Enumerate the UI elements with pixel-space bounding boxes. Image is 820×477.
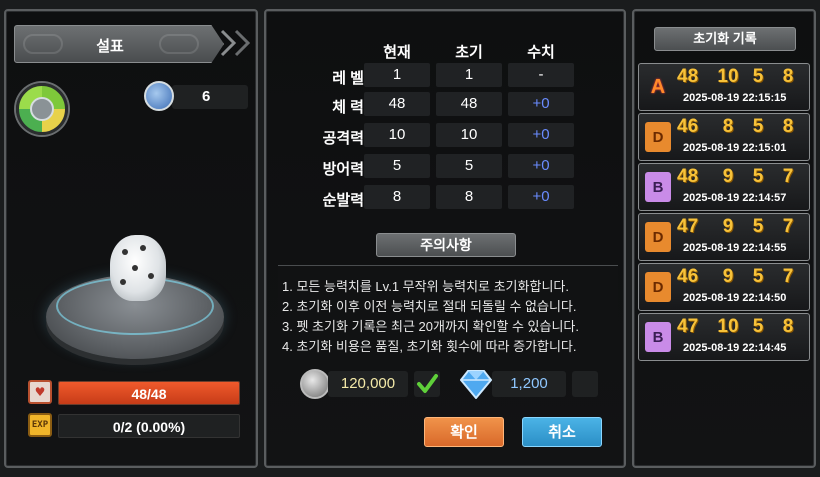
stat-initial-hp: 48 <box>436 92 502 116</box>
notice-title: 주의사항 <box>376 233 516 257</box>
pet-display <box>40 235 230 375</box>
coin-checkbox[interactable] <box>414 371 440 397</box>
stat-label-attack: 공격력 <box>322 130 364 147</box>
reset-history-panel: 초기화 기록 A 48 10 5 8 2025-08-19 22:15:15 D 46… <box>632 9 816 468</box>
stat-current-level: 1 <box>364 63 430 87</box>
stat-current-attack: 10 <box>364 123 430 147</box>
chevron-right-icon <box>234 29 250 57</box>
pet-name-banner: 설표 <box>14 25 224 63</box>
coin-cost: 120,000 <box>328 371 408 397</box>
grade-badge-icon: D <box>645 222 671 252</box>
grade-badge-icon: D <box>645 122 671 152</box>
pet-name: 설표 <box>96 38 124 55</box>
level-orb-icon <box>144 81 174 111</box>
confirm-button[interactable]: 확인 <box>424 417 504 447</box>
gem-cost: 1,200 <box>492 371 566 397</box>
hp-bar: 48/48 <box>58 381 240 405</box>
cancel-button[interactable]: 취소 <box>522 417 602 447</box>
notice-line: 2. 초기화 이후 이전 능력치로 절대 되돌릴 수 없습니다. <box>282 299 577 314</box>
stat-reset-panel: 현재 초기 수치 레 벨 1 1 - 체 력 48 48 +0 공격력 10 1… <box>264 9 626 468</box>
stat-diff-agility: +0 <box>508 185 574 209</box>
notice-line: 4. 초기화 비용은 품질, 초기화 횟수에 따라 증가합니다. <box>282 339 577 354</box>
history-date: 2025-08-19 22:14:45 <box>683 342 787 354</box>
stat-diff-level: - <box>508 63 574 87</box>
snow-leopard-pet-image <box>110 235 166 301</box>
column-header-diff: 수치 <box>527 44 555 61</box>
history-item[interactable]: B 47 10 5 8 2025-08-19 22:14:45 <box>638 313 810 361</box>
hp-text: 48/48 <box>131 386 167 402</box>
exp-icon: EXP <box>28 413 52 437</box>
history-title: 초기화 기록 <box>654 27 796 51</box>
history-item[interactable]: D 46 9 5 7 2025-08-19 22:14:50 <box>638 263 810 311</box>
history-date: 2025-08-19 22:14:57 <box>683 192 787 204</box>
stat-label-level: 레 벨 <box>332 70 364 87</box>
history-date: 2025-08-19 22:15:15 <box>683 92 787 104</box>
gem-checkbox[interactable] <box>572 371 598 397</box>
history-item[interactable]: B 48 9 5 7 2025-08-19 22:14:57 <box>638 163 810 211</box>
stat-initial-defense: 5 <box>436 154 502 178</box>
history-item[interactable]: D 46 8 5 8 2025-08-19 22:15:01 <box>638 113 810 161</box>
stat-current-agility: 8 <box>364 185 430 209</box>
stat-initial-attack: 10 <box>436 123 502 147</box>
notice-line: 3. 펫 초기화 기록은 최근 20개까지 확인할 수 있습니다. <box>282 319 580 334</box>
grade-badge-icon: B <box>645 172 671 202</box>
stat-current-hp: 48 <box>364 92 430 116</box>
notice-box: 1. 모든 능력치를 Lv.1 무작위 능력치로 초기화합니다. 2. 초기화 … <box>278 265 618 369</box>
heart-icon: ♥ <box>28 380 52 404</box>
stat-current-defense: 5 <box>364 154 430 178</box>
history-item[interactable]: D 47 9 5 7 2025-08-19 22:14:55 <box>638 213 810 261</box>
pet-info-panel: 설표 6 ♥ 48/48 EXP 0/2 (0.00%) <box>4 9 258 468</box>
check-icon <box>417 374 438 393</box>
grade-badge-icon: D <box>645 272 671 302</box>
stat-label-hp: 체 력 <box>332 99 364 116</box>
column-header-current: 현재 <box>383 44 411 61</box>
stat-label-agility: 순발력 <box>322 192 364 209</box>
stat-diff-defense: +0 <box>508 154 574 178</box>
stat-label-defense: 방어력 <box>322 161 364 178</box>
history-date: 2025-08-19 22:15:01 <box>683 142 787 154</box>
coin-icon <box>300 369 330 399</box>
stat-initial-level: 1 <box>436 63 502 87</box>
history-item[interactable]: A 48 10 5 8 2025-08-19 22:15:15 <box>638 63 810 111</box>
stat-initial-agility: 8 <box>436 185 502 209</box>
stat-diff-hp: +0 <box>508 92 574 116</box>
notice-line: 1. 모든 능력치를 Lv.1 무작위 능력치로 초기화합니다. <box>282 279 569 294</box>
history-date: 2025-08-19 22:14:55 <box>683 242 787 254</box>
diamond-icon <box>460 370 492 399</box>
column-header-initial: 초기 <box>455 44 483 61</box>
grade-badge-icon: A <box>650 75 666 98</box>
grade-badge-icon: B <box>645 322 671 352</box>
history-date: 2025-08-19 22:14:50 <box>683 292 787 304</box>
stat-diff-attack: +0 <box>508 123 574 147</box>
element-badge-icon <box>16 83 68 135</box>
pet-level-value: 6 <box>172 85 248 109</box>
exp-bar: 0/2 (0.00%) <box>58 414 240 438</box>
